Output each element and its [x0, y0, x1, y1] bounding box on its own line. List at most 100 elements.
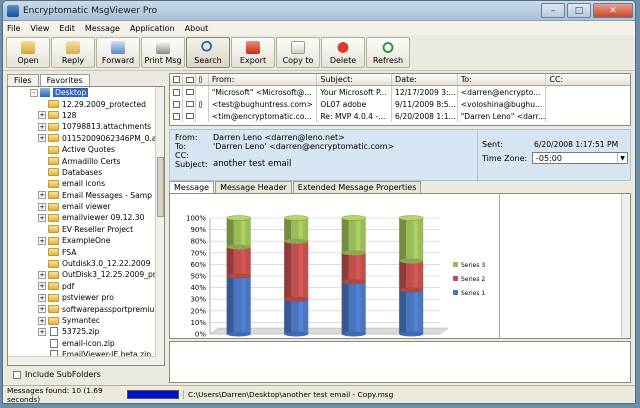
maximize-button[interactable]: □ — [567, 3, 591, 18]
expand-icon[interactable]: + — [38, 236, 46, 245]
folder-icon — [48, 248, 59, 257]
message-row[interactable]: "Microsoft" <Microsoft@... Your Microsoft… — [170, 86, 630, 98]
delete-button[interactable]: Delete — [321, 37, 365, 68]
expand-icon[interactable]: + — [38, 213, 46, 222]
expand-icon[interactable]: + — [38, 134, 46, 143]
tree-item[interactable]: +10798813.attachments — [8, 121, 164, 132]
forward-button[interactable]: Forward — [96, 37, 140, 68]
tree-item[interactable]: Outdisk3.0_12.22.2009 — [8, 258, 164, 269]
message-row[interactable]: <tim@encryptomatic.co... Re: MVP 4.0.4 -.… — [170, 110, 630, 122]
tree-item[interactable]: + OutDisk3_12.25.2009_pr — [8, 269, 164, 280]
include-subfolders-checkbox[interactable] — [13, 370, 21, 379]
tab-message[interactable]: Message — [169, 181, 215, 193]
tree-item[interactable]: + ExampleOne — [8, 235, 164, 246]
menu-file[interactable]: File — [7, 24, 20, 33]
expand-icon[interactable]: + — [38, 122, 46, 131]
bar-highlight — [298, 241, 303, 300]
menu-message[interactable]: Message — [85, 24, 120, 33]
col-attachment[interactable] — [196, 74, 209, 85]
expand-icon[interactable]: + — [38, 111, 46, 120]
tab-files[interactable]: Files — [7, 74, 39, 86]
select-all-checkbox[interactable] — [173, 76, 180, 83]
cell-subject: Your Microsoft P... — [317, 86, 393, 98]
scroll-thumb[interactable] — [157, 157, 164, 217]
expand-icon[interactable]: + — [38, 202, 46, 211]
tree-item[interactable]: + softwarepassportpremiur — [8, 303, 164, 314]
tree-item[interactable]: + emailviewer 09.12.30 — [8, 212, 164, 223]
col-to[interactable]: To: — [458, 74, 547, 85]
open-button[interactable]: Open — [6, 37, 50, 68]
y-tick-label: 100% — [186, 215, 206, 223]
search-button[interactable]: Search — [186, 37, 230, 68]
bar-highlight — [241, 276, 246, 334]
envelope-icon — [185, 76, 194, 83]
expand-icon[interactable]: + — [38, 316, 46, 325]
col-read[interactable] — [183, 74, 196, 85]
paperclip-icon — [198, 100, 202, 108]
right-panel: From: Subject: Date: To: CC: "Microsoft"… — [169, 73, 631, 383]
tree-item[interactable]: Armadillo Certs — [8, 155, 164, 166]
col-from[interactable]: From: — [209, 74, 318, 85]
timezone-select[interactable]: -05:00 ▼ — [532, 152, 628, 164]
folder-icon — [48, 122, 59, 131]
tree-item[interactable]: 12.29.2009_protected — [8, 98, 164, 109]
tree-item[interactable]: email-icon.zip — [8, 338, 164, 349]
expand-icon[interactable]: + — [38, 327, 46, 336]
tree-item[interactable]: +128 — [8, 110, 164, 121]
tree-item[interactable]: + Email Messages - Samp — [8, 190, 164, 201]
tree-item[interactable]: Databases — [8, 167, 164, 178]
col-subject[interactable]: Subject: — [317, 74, 393, 85]
bar-cap — [226, 331, 251, 337]
reply-button[interactable]: Reply — [51, 37, 95, 68]
row-checkbox[interactable] — [173, 112, 180, 120]
tree-horizontal-scrollbar[interactable] — [8, 356, 156, 365]
export-button[interactable]: Export — [231, 37, 275, 68]
tree-vertical-scrollbar[interactable] — [155, 87, 164, 365]
expand-icon[interactable]: + — [38, 305, 46, 314]
minimize-button[interactable]: – — [541, 3, 565, 18]
main-area: Files Favorites - Desktop 12.29.2009_prote… — [3, 73, 635, 383]
message-row[interactable]: <test@bughuntress.com> OL07 adobe 9/11/200… — [170, 98, 630, 110]
tree-item[interactable]: FSA — [8, 246, 164, 257]
menu-view[interactable]: View — [30, 24, 49, 33]
expand-icon[interactable]: + — [38, 282, 46, 291]
collapse-icon[interactable]: - — [30, 88, 38, 97]
col-date[interactable]: Date: — [392, 74, 458, 85]
tab-extended-properties[interactable]: Extended Message Properties — [292, 181, 422, 193]
subject-value: another test email — [213, 159, 292, 169]
tree-item[interactable]: + pdf — [8, 281, 164, 292]
tree-item[interactable]: + Symantec — [8, 315, 164, 326]
tree-item[interactable]: +53725.zip — [8, 326, 164, 337]
include-subfolders-option[interactable]: Include SubFolders — [13, 370, 101, 379]
col-cc[interactable]: CC: — [546, 74, 630, 85]
tree-item[interactable]: + email viewer — [8, 201, 164, 212]
close-button[interactable]: ✕ — [593, 3, 633, 18]
body-vertical-scrollbar[interactable] — [621, 194, 630, 338]
tab-message-header[interactable]: Message Header — [215, 181, 292, 193]
folder-icon — [48, 100, 59, 109]
row-checkbox[interactable] — [173, 100, 180, 108]
tree-item[interactable]: +01152009062346PM_0.a — [8, 133, 164, 144]
expand-icon[interactable]: + — [38, 191, 46, 200]
expand-icon[interactable]: + — [38, 270, 46, 279]
tree-item[interactable]: email icons — [8, 178, 164, 189]
tree-item[interactable]: EV Reseller Project — [8, 224, 164, 235]
col-select[interactable] — [170, 74, 183, 85]
chevron-down-icon[interactable]: ▼ — [617, 153, 627, 163]
folder-icon — [48, 145, 59, 154]
menu-edit[interactable]: Edit — [59, 24, 75, 33]
copy-to-button[interactable]: Copy to — [276, 37, 320, 68]
menu-application[interactable]: Application — [130, 24, 175, 33]
bar-shadow — [341, 218, 349, 253]
tree-item[interactable]: - Desktop — [8, 87, 164, 98]
refresh-button[interactable]: Refresh — [366, 37, 410, 68]
tree-item[interactable]: Active Quotes — [8, 144, 164, 155]
tree-item[interactable]: + pstviewer pro — [8, 292, 164, 303]
expand-icon[interactable]: + — [38, 293, 46, 302]
print-button[interactable]: Print Msg — [141, 37, 185, 68]
tab-favorites[interactable]: Favorites — [39, 74, 90, 86]
bar-shadow — [399, 218, 406, 261]
reply-icon — [66, 41, 80, 54]
row-checkbox[interactable] — [173, 88, 180, 96]
menu-about[interactable]: About — [185, 24, 209, 33]
